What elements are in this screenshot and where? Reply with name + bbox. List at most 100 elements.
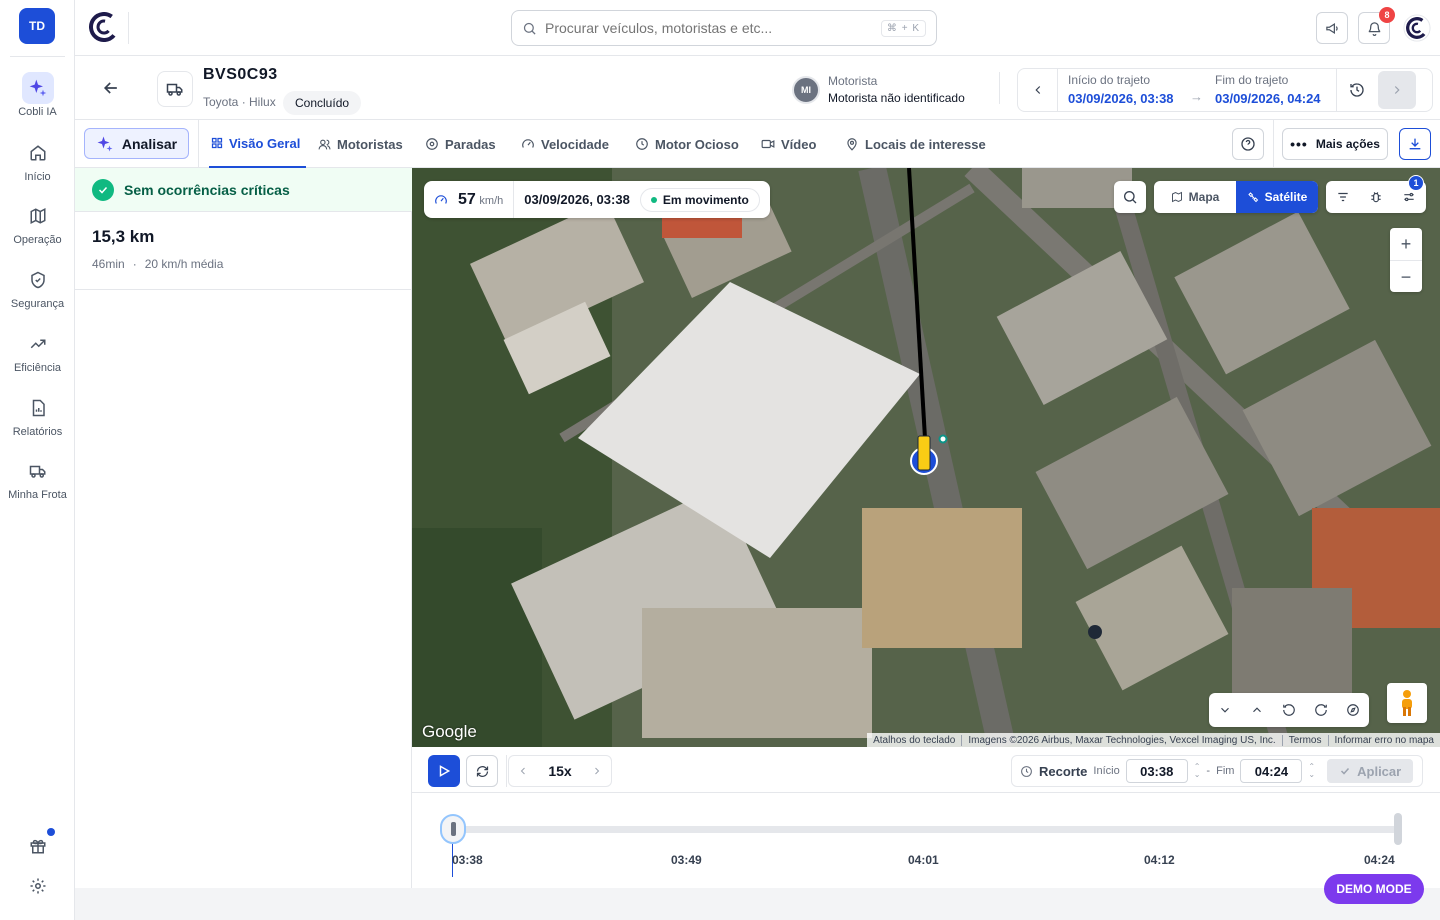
nav-item-seguranca[interactable]: Segurança	[0, 264, 75, 310]
search-input[interactable]	[545, 20, 881, 36]
map-type-map-label: Mapa	[1188, 190, 1220, 204]
help-button[interactable]	[1232, 128, 1264, 160]
map-search-button[interactable]	[1114, 181, 1146, 213]
timeline-track[interactable]	[452, 826, 1399, 833]
map-tools: 1	[1326, 175, 1426, 213]
playback-divider	[506, 755, 507, 787]
notifications-badge: 8	[1379, 7, 1395, 23]
clock-icon	[636, 138, 648, 150]
nav-divider	[10, 56, 65, 57]
map-type-map[interactable]: Mapa	[1154, 181, 1236, 213]
chevron-left-icon[interactable]	[517, 765, 529, 777]
chevron-left-icon	[1034, 86, 1040, 94]
tilt-down-button[interactable]	[1209, 693, 1241, 727]
shield-icon	[22, 264, 54, 296]
critical-status-text: Sem ocorrências críticas	[124, 181, 290, 198]
vehicle-model: Toyota · Hilux	[203, 95, 276, 109]
cobli-logo-icon[interactable]	[89, 12, 119, 42]
layers-badge: 1	[1407, 175, 1424, 191]
terms-link[interactable]: Termos	[1281, 734, 1328, 746]
trip-start-value[interactable]: 03/09/2026, 03:38	[1068, 91, 1174, 106]
trim-start-input[interactable]	[1125, 759, 1188, 783]
playback-speed-selector: 15x	[508, 755, 612, 787]
chevron-right-icon[interactable]	[591, 765, 603, 777]
more-actions-label: Mais ações	[1315, 137, 1380, 151]
trim-start-stepper[interactable]: ⌃ ⌄	[1194, 763, 1201, 779]
nav-item-relatorios[interactable]: Relatórios	[0, 392, 75, 438]
timeline-end-handle[interactable]	[1394, 813, 1402, 845]
map-traffic-button[interactable]	[1359, 181, 1392, 213]
play-button[interactable]	[428, 755, 460, 787]
apply-label: Aplicar	[1357, 763, 1402, 779]
nav-item-minha-frota[interactable]: Minha Frota	[0, 455, 75, 501]
global-search[interactable]: ⌘ + K	[511, 10, 937, 46]
report-error-link[interactable]: Informar erro no mapa	[1327, 734, 1440, 746]
trip-end-label: Fim do trajeto	[1215, 73, 1289, 87]
notifications-button[interactable]: 8	[1358, 7, 1395, 44]
tab-motor-ocioso[interactable]: Motor Ocioso	[635, 120, 739, 168]
zoom-in-button[interactable]: +	[1390, 228, 1422, 260]
more-actions-button[interactable]: ••• Mais ações	[1282, 128, 1388, 160]
trip-timeline: 03:38 03:49 04:01 04:12 04:24	[412, 793, 1440, 888]
tab-velocidade[interactable]: Velocidade	[521, 120, 609, 168]
tilt-up-button[interactable]	[1241, 693, 1273, 727]
tab-motoristas[interactable]: Motoristas	[318, 120, 403, 168]
zoom-out-button[interactable]: −	[1390, 261, 1422, 293]
top-bar: ⌘ + K 8	[75, 0, 1440, 56]
tab-label: Locais de interesse	[865, 136, 986, 152]
rotate-ccw-icon	[1283, 704, 1295, 716]
rotate-right-button[interactable]	[1305, 693, 1337, 727]
map-type-satellite[interactable]: Satélite	[1236, 181, 1318, 213]
gift-button[interactable]	[0, 837, 75, 855]
timeline-tick: 03:49	[671, 853, 702, 867]
gear-icon	[30, 878, 45, 894]
users-icon	[318, 139, 331, 149]
tab-visao-geral[interactable]: Visão Geral	[209, 120, 306, 168]
announcements-button[interactable]	[1316, 12, 1348, 44]
map-filter-button[interactable]	[1326, 181, 1359, 213]
tab-video[interactable]: Vídeo	[761, 120, 816, 168]
left-nav: TD Cobli IA Início Operação Segurança Ef…	[0, 0, 75, 920]
tab-locais-de-interesse[interactable]: Locais de interesse	[845, 120, 986, 168]
rotate-left-button[interactable]	[1273, 693, 1305, 727]
nav-label: Segurança	[10, 298, 65, 310]
nav-item-cobli-ia[interactable]: Cobli IA	[0, 72, 75, 118]
nav-item-operacao[interactable]: Operação	[0, 200, 75, 246]
trim-end-stepper[interactable]: ⌃ ⌄	[1308, 763, 1315, 779]
settings-button[interactable]	[0, 877, 75, 895]
map-attribution: Atalhos do teclado Imagens ©2026 Airbus,…	[867, 733, 1440, 747]
user-avatar[interactable]: TD	[19, 8, 55, 44]
tab-paradas[interactable]: Paradas	[425, 120, 496, 168]
notification-dot	[47, 828, 55, 836]
previous-trip-button[interactable]	[1018, 69, 1058, 111]
video-camera-icon	[761, 139, 775, 149]
grid-icon	[211, 137, 223, 149]
trip-history-button[interactable]	[1336, 69, 1376, 111]
sparkles-icon	[21, 72, 54, 104]
company-logo-icon[interactable]	[1403, 14, 1431, 42]
trip-duration: 46min	[92, 257, 125, 271]
bug-icon	[1371, 192, 1381, 203]
analyze-button[interactable]: Analisar	[84, 128, 189, 159]
refresh-icon	[476, 765, 488, 777]
download-icon	[1409, 138, 1421, 150]
next-trip-button[interactable]	[1378, 71, 1416, 109]
nav-item-inicio[interactable]: Início	[0, 137, 75, 183]
street-view-pegman[interactable]	[1387, 683, 1427, 723]
trip-end-value[interactable]: 03/09/2026, 04:24	[1215, 91, 1321, 106]
trim-end-input[interactable]	[1240, 759, 1303, 783]
download-button[interactable]	[1399, 128, 1431, 160]
loop-button[interactable]	[466, 755, 498, 787]
keyboard-shortcuts-link[interactable]: Atalhos do teclado	[867, 735, 961, 746]
compass-button[interactable]	[1337, 693, 1369, 727]
satellite-map[interactable]: 57 km/h 03/09/2026, 03:38 Em movimento M…	[412, 168, 1440, 747]
apply-trim-button[interactable]: Aplicar	[1327, 759, 1414, 783]
arrow-right-icon: →	[1190, 89, 1203, 104]
timeline-start-handle[interactable]	[440, 814, 466, 844]
map-layers-button[interactable]: 1	[1393, 175, 1426, 213]
back-arrow-icon[interactable]	[101, 78, 121, 98]
trip-start-label: Início do trajeto	[1068, 73, 1151, 87]
nav-item-eficiencia[interactable]: Eficiência	[0, 328, 75, 374]
demo-mode-button[interactable]: DEMO MODE	[1324, 874, 1424, 904]
analyze-label: Analisar	[121, 135, 178, 152]
